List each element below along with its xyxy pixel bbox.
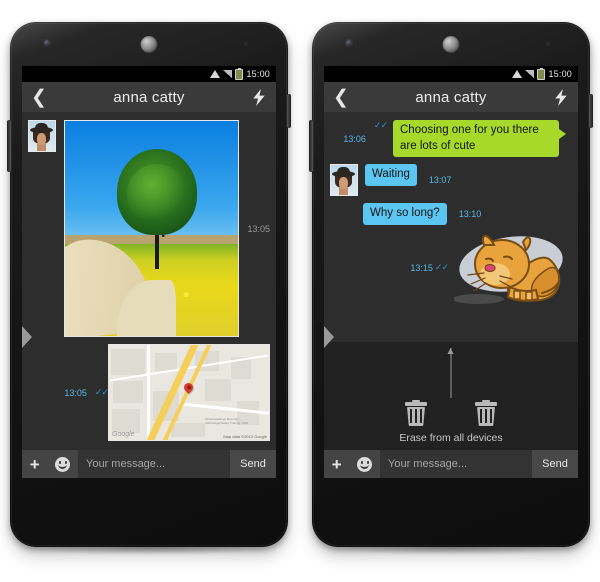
lightning-bolt-icon[interactable] xyxy=(544,88,578,106)
app-bar: ❮ anna catty xyxy=(324,82,578,113)
wifi-icon xyxy=(210,70,221,78)
screenshot-stage: 15:00 ❮ anna catty 13:05 13:05 ✓✓ Obrazo… xyxy=(0,0,600,582)
message-row-photo[interactable]: 13:05 xyxy=(22,112,276,337)
message-timestamp: 13:06 xyxy=(343,133,366,144)
message-bubble[interactable]: Waiting xyxy=(365,164,417,186)
message-bubble[interactable]: Choosing one for you there are lots of c… xyxy=(393,120,559,158)
trash-can-icon[interactable] xyxy=(475,399,497,426)
volume-button[interactable] xyxy=(309,120,313,172)
page-title: anna catty xyxy=(415,88,487,106)
message-row-outgoing[interactable]: 13:06 ✓✓ Choosing one for you there are … xyxy=(324,112,578,158)
sticker-attachment[interactable] xyxy=(452,229,572,307)
signal-icon xyxy=(525,70,535,78)
drawer-handle-icon[interactable] xyxy=(22,326,33,348)
up-arrow-icon xyxy=(447,348,454,398)
map-attribution: Map data ©2013 Google xyxy=(223,434,267,439)
message-composer-right[interactable]: + Your message... Send xyxy=(324,450,578,478)
status-bar-clock: 15:00 xyxy=(246,69,270,79)
status-bar: 15:00 xyxy=(22,66,276,82)
message-bubble[interactable]: Why so long? xyxy=(363,203,447,225)
composer-buttons: + xyxy=(324,450,380,478)
lightning-bolt-icon[interactable] xyxy=(242,88,276,106)
map-place-label: Obrazovatelnye Resursy i Tekhnologichesk… xyxy=(205,417,249,426)
map-attachment[interactable]: Obrazovatelnye Resursy i Tekhnologichesk… xyxy=(108,344,270,441)
signal-icon xyxy=(223,70,233,78)
photo-attachment[interactable] xyxy=(64,120,240,337)
delivery-ticks-icon: ✓✓ xyxy=(434,262,449,273)
message-composer-left[interactable]: + Your message... Send xyxy=(22,450,276,478)
earpiece-icon xyxy=(442,36,460,53)
volume-button[interactable] xyxy=(7,120,11,172)
attach-plus-icon[interactable]: + xyxy=(30,456,40,473)
power-button[interactable] xyxy=(589,94,593,128)
proximity-sensor-icon xyxy=(546,42,550,46)
attach-plus-icon[interactable]: + xyxy=(332,456,342,473)
message-input[interactable]: Your message... xyxy=(380,450,532,478)
front-camera-icon xyxy=(44,40,50,46)
smiley-icon[interactable] xyxy=(357,456,373,472)
message-timestamp: 13:05 xyxy=(64,387,87,398)
battery-icon xyxy=(537,67,546,80)
drawer-handle-icon[interactable] xyxy=(324,326,335,348)
smiley-icon[interactable] xyxy=(55,456,71,472)
status-bar: 15:00 xyxy=(324,66,578,82)
screen-right: 15:00 ❮ anna catty 13:06 ✓✓ Choosing one… xyxy=(324,66,578,478)
phone-device-left: 15:00 ❮ anna catty 13:05 13:05 ✓✓ Obrazo… xyxy=(7,22,291,555)
send-button[interactable]: Send xyxy=(230,450,276,478)
chat-thread-left[interactable]: 13:05 13:05 ✓✓ Obrazovatelnye Resursy i … xyxy=(22,112,276,450)
earpiece-icon xyxy=(140,36,158,53)
wifi-icon xyxy=(512,70,523,78)
erase-panel: Erase from all devices xyxy=(324,342,578,450)
back-chevron-icon[interactable]: ❮ xyxy=(22,88,56,107)
erase-label: Erase from all devices xyxy=(399,432,503,444)
composer-buttons: + xyxy=(22,450,78,478)
trash-bins-group xyxy=(324,399,578,426)
proximity-sensor-icon xyxy=(244,42,248,46)
message-row-incoming[interactable]: Waiting 13:07 xyxy=(324,157,578,197)
avatar xyxy=(330,164,358,197)
phone-device-right: 15:00 ❮ anna catty 13:06 ✓✓ Choosing one… xyxy=(309,22,593,555)
message-row-map[interactable]: 13:05 ✓✓ Obrazovatelnye Resursy i Tekhno… xyxy=(22,337,276,441)
battery-icon xyxy=(235,67,244,80)
power-button[interactable] xyxy=(287,94,291,128)
message-timestamp: 13:15 xyxy=(410,262,433,273)
message-row-sticker[interactable]: 13:15 ✓✓ xyxy=(324,225,578,307)
map-watermark: Google xyxy=(112,431,135,438)
message-input[interactable]: Your message... xyxy=(78,450,230,478)
message-timestamp: 13:07 xyxy=(428,175,452,186)
message-timestamp: 13:05 xyxy=(247,223,270,234)
app-bar: ❮ anna catty xyxy=(22,82,276,113)
screen-left: 15:00 ❮ anna catty 13:05 13:05 ✓✓ Obrazo… xyxy=(22,66,276,478)
send-button[interactable]: Send xyxy=(532,450,578,478)
avatar xyxy=(28,120,56,152)
page-title: anna catty xyxy=(113,88,185,106)
delivery-ticks-icon: ✓✓ xyxy=(94,387,109,397)
status-bar-clock: 15:00 xyxy=(548,69,572,79)
back-chevron-icon[interactable]: ❮ xyxy=(324,88,358,107)
delivery-ticks-icon: ✓✓ xyxy=(373,120,388,130)
trash-can-icon[interactable] xyxy=(405,399,427,426)
message-timestamp: 13:10 xyxy=(458,208,482,219)
message-row-incoming[interactable]: Why so long? 13:10 xyxy=(324,196,578,225)
front-camera-icon xyxy=(346,40,352,46)
bubble-tail xyxy=(559,129,566,139)
